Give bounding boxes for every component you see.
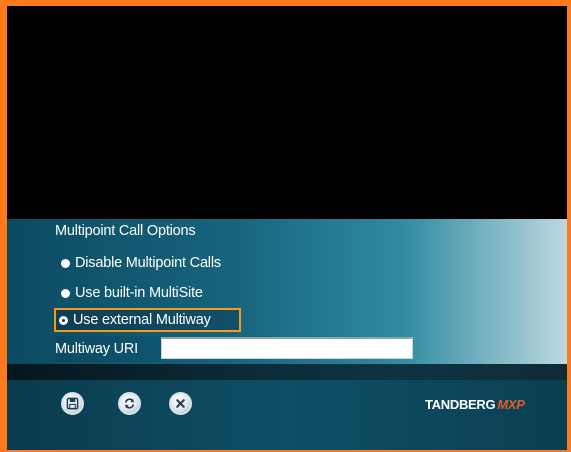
bottom-toolbar: TANDBERG MXP bbox=[7, 380, 567, 450]
save-button[interactable] bbox=[61, 392, 84, 415]
screen-frame: Multipoint Call Options Disable Multipoi… bbox=[0, 0, 571, 452]
brand-model: MXP bbox=[497, 397, 525, 412]
panel-title: Multipoint Call Options bbox=[55, 223, 196, 239]
option-label: Disable Multipoint Calls bbox=[75, 255, 221, 271]
cancel-button[interactable] bbox=[169, 392, 192, 415]
multiway-uri-label: Multiway URI bbox=[55, 341, 138, 357]
radio-icon bbox=[61, 288, 70, 298]
refresh-icon bbox=[124, 398, 135, 409]
brand-logo: TANDBERG MXP bbox=[425, 397, 525, 412]
floppy-disk-icon bbox=[66, 397, 79, 410]
video-area bbox=[7, 6, 567, 218]
multiway-uri-row: Multiway URI bbox=[55, 336, 162, 362]
option-builtin-multisite[interactable]: Use built-in MultiSite bbox=[55, 282, 203, 304]
radio-icon bbox=[61, 258, 70, 268]
close-icon bbox=[176, 399, 185, 408]
radio-selected-icon bbox=[59, 315, 68, 325]
option-label: Use external Multiway bbox=[73, 312, 211, 328]
option-external-multiway[interactable]: Use external Multiway bbox=[54, 308, 241, 332]
refresh-button[interactable] bbox=[118, 392, 141, 415]
multiway-uri-input[interactable] bbox=[161, 337, 413, 359]
brand-name: TANDBERG bbox=[425, 397, 496, 412]
option-label: Use built-in MultiSite bbox=[75, 285, 203, 301]
multipoint-options-panel: Multipoint Call Options Disable Multipoi… bbox=[7, 219, 567, 364]
option-disable-multipoint[interactable]: Disable Multipoint Calls bbox=[55, 252, 221, 274]
divider-band bbox=[7, 364, 567, 380]
